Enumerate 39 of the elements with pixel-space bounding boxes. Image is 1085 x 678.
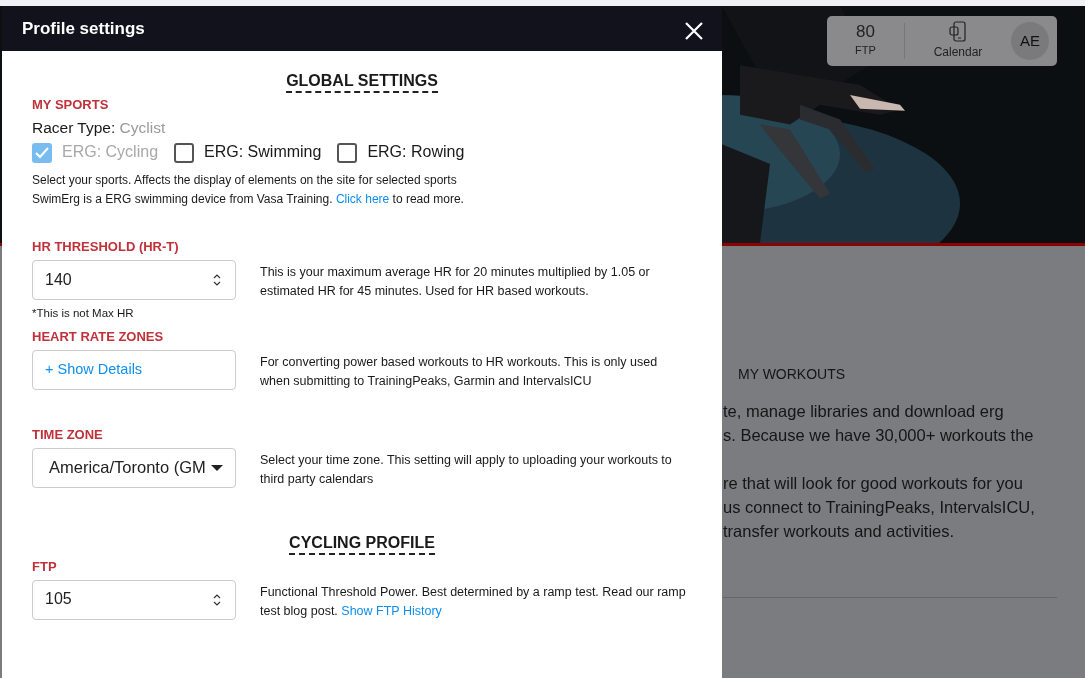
modal-title: Profile settings <box>22 17 145 40</box>
checkbox[interactable] <box>174 142 195 163</box>
checkbox-label: ERG: Swimming <box>204 142 322 163</box>
help-text: For converting power based workouts to HR workouts. This is only used when submitting to TrainingPeaks, Garmin and IntervalsICU <box>260 353 659 390</box>
phone-calendar-icon[interactable] <box>949 21 967 43</box>
field-label: TIME ZONE <box>32 426 104 444</box>
text-link[interactable]: Show FTP History <box>341 603 442 618</box>
note-text: *This is not Max HR <box>32 305 135 321</box>
section-title: MY WORKOUTS <box>738 365 847 384</box>
field-label: MY SPORTS <box>32 97 110 115</box>
ftp-value: 80 <box>856 23 875 43</box>
paragraph-line: us connect to TrainingPeaks, IntervalsICU, <box>723 497 1036 518</box>
help-text: This is your maximum average HR for 20 minutes multiplied by 1.05 or estimated HR for 45 minutes. Used for HR based workouts. <box>260 263 651 300</box>
paragraph-line: te, manage libraries and download erg <box>723 401 1005 422</box>
field-label: HEART RATE ZONES <box>32 328 165 346</box>
number-input[interactable]: 140 <box>32 259 236 300</box>
paragraph-line: re that will look for good workouts for you <box>723 473 1024 494</box>
number-input[interactable]: 105 <box>32 579 236 620</box>
field-label: HR THRESHOLD (HR-T) <box>32 239 180 256</box>
section-heading: GLOBAL SETTINGS <box>286 71 438 94</box>
ftp-label: FTP <box>855 43 876 59</box>
help-text: SwimErg is a ERG swimming device from Vasa Training. Click here to read more. <box>32 191 465 208</box>
checkbox[interactable] <box>337 142 358 163</box>
racer-type-text: Racer Type: Cyclist <box>32 118 167 139</box>
caret-icon <box>211 463 223 472</box>
show-details-button[interactable]: + Show Details <box>32 349 236 390</box>
select-field[interactable]: America/Toronto (GM <box>32 447 236 488</box>
field-label: FTP <box>32 558 58 576</box>
paragraph-line: s. Because we have 30,000+ workouts the <box>723 425 1035 446</box>
checkbox-label: ERG: Rowing <box>367 142 465 163</box>
help-text: Select your time zone. This setting will apply to uploading your workouts to third party calendars <box>260 451 673 488</box>
paragraph-line: transfer workouts and activities. <box>723 521 956 542</box>
checkbox-label: ERG: Cycling <box>62 142 159 163</box>
section-heading: CYCLING PROFILE <box>289 532 435 555</box>
help-text: Select your sports. Affects the display of elements on the site for selected sports <box>32 172 458 189</box>
help-text: Functional Threshold Power. Best determined by a ramp test. Read our ramp test blog post. Show FTP History <box>260 583 687 620</box>
avatar[interactable]: AE <box>1011 22 1049 60</box>
text-link[interactable]: Click here <box>335 192 390 206</box>
calendar-link[interactable]: Calendar <box>933 43 983 61</box>
